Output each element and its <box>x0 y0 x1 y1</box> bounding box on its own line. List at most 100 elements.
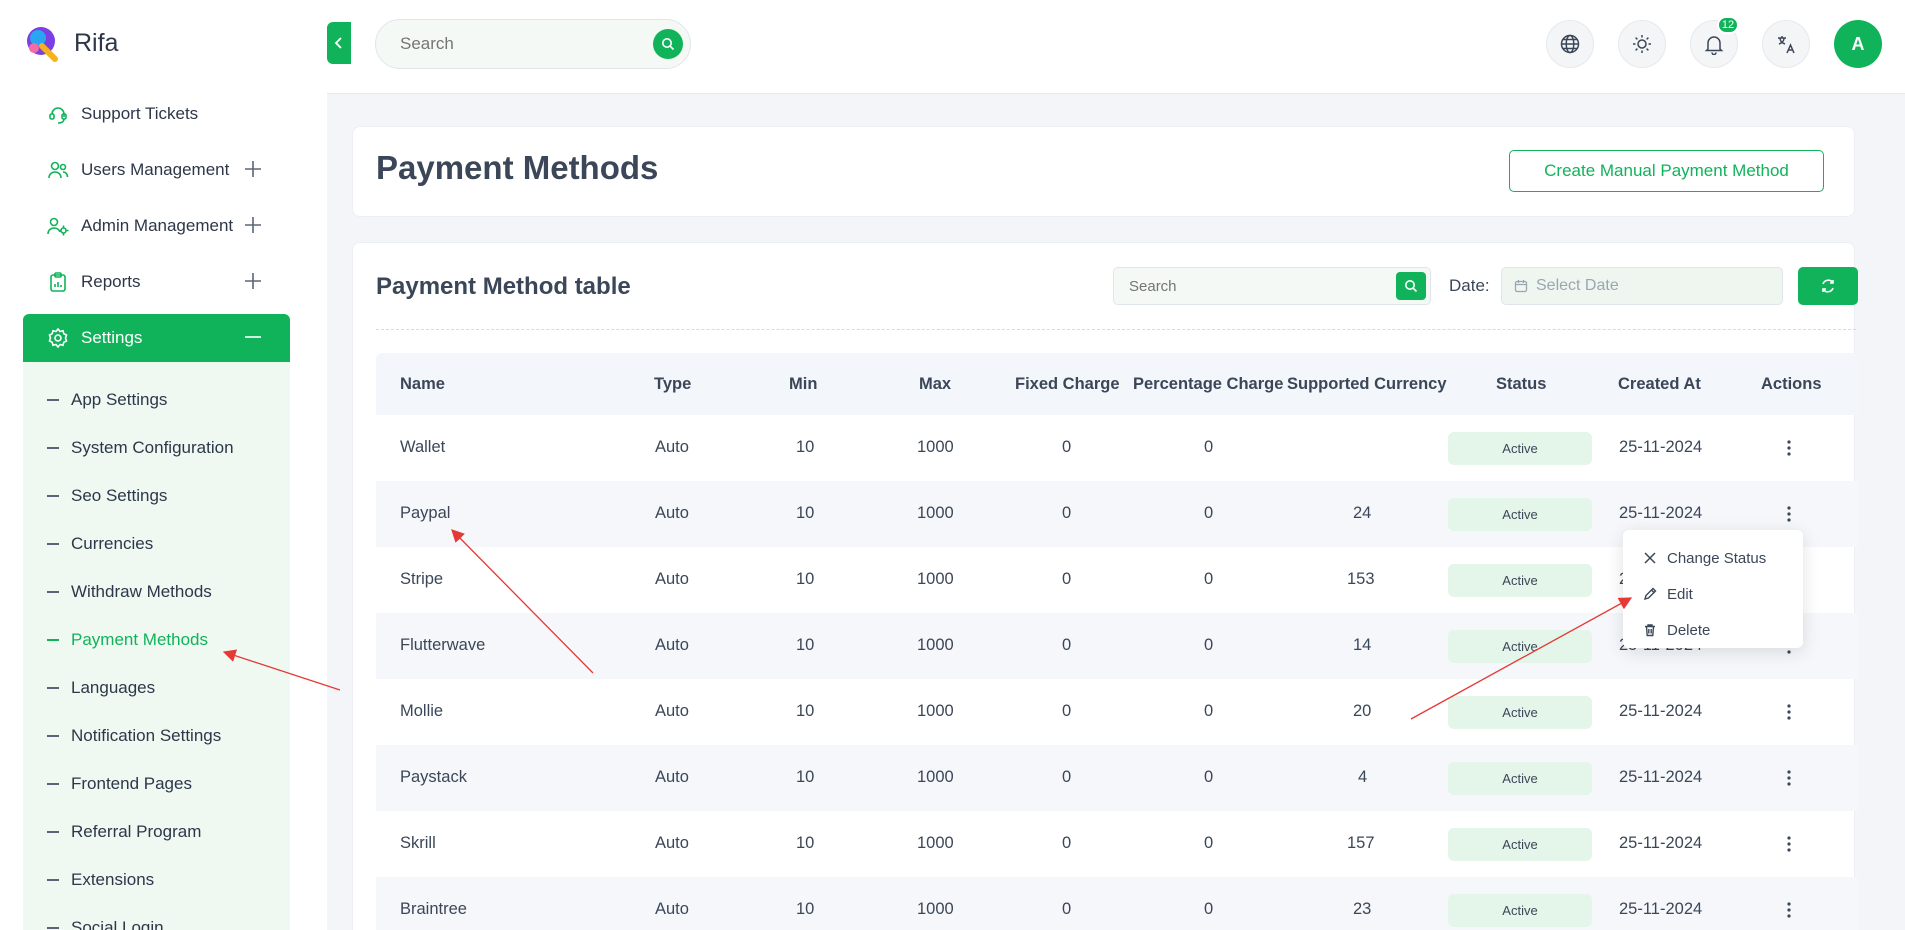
table-row: Skrill Auto 10 1000 0 0 157 Active 25-11… <box>376 811 1858 877</box>
date-picker[interactable]: Select Date <box>1501 267 1783 305</box>
cell-max: 1000 <box>917 438 954 456</box>
cell-fixed-charge: 0 <box>1062 834 1072 852</box>
column-header-status[interactable]: Status <box>1496 375 1546 394</box>
column-header-type[interactable]: Type <box>654 375 691 394</box>
submenu-label: App Settings <box>71 390 168 409</box>
sidebar-item-support-tickets[interactable]: Support Tickets <box>23 90 290 138</box>
submenu-item-languages[interactable]: Languages <box>23 664 290 712</box>
divider <box>376 329 1856 330</box>
sidebar-item-label: Support Tickets <box>81 104 199 123</box>
sidebar-item-admin-management[interactable]: Admin Management <box>23 202 290 250</box>
table-title: Payment Method table <box>376 273 631 300</box>
cell-min: 10 <box>796 834 815 852</box>
cell-percentage-charge: 0 <box>1204 570 1214 588</box>
dropdown-item-edit[interactable]: Edit <box>1623 576 1803 612</box>
notifications-button[interactable]: 12 <box>1690 16 1739 68</box>
column-header-created-at[interactable]: Created At <box>1618 375 1701 394</box>
cell-created-at: 25-11-2024 <box>1619 504 1703 522</box>
row-actions-button[interactable] <box>1782 700 1796 724</box>
cell-name: Flutterwave <box>400 636 486 654</box>
cell-max: 1000 <box>917 636 954 654</box>
refresh-icon <box>1822 279 1834 293</box>
sidebar-collapse-button[interactable] <box>327 22 351 64</box>
row-actions-button[interactable] <box>1782 502 1796 526</box>
brand[interactable]: Rifa <box>22 24 118 62</box>
kebab-icon <box>1787 704 1791 720</box>
row-actions-button[interactable] <box>1782 898 1796 922</box>
submenu-item-social-login[interactable]: Social Login <box>23 904 290 930</box>
cell-supported-currency: 14 <box>1353 636 1372 654</box>
dropdown-item-delete[interactable]: Delete <box>1623 612 1803 648</box>
submenu-item-frontend-pages[interactable]: Frontend Pages <box>23 760 290 808</box>
minus-icon[interactable] <box>242 326 264 348</box>
submenu-item-withdraw-methods[interactable]: Withdraw Methods <box>23 568 290 616</box>
sidebar-item-label: Admin Management <box>81 216 234 235</box>
submenu-item-extensions[interactable]: Extensions <box>23 856 290 904</box>
plus-icon[interactable] <box>242 270 264 292</box>
create-manual-payment-method-button[interactable]: Create Manual Payment Method <box>1509 150 1824 192</box>
submenu-label: Withdraw Methods <box>71 582 212 601</box>
submenu-item-currencies[interactable]: Currencies <box>23 520 290 568</box>
plus-icon[interactable] <box>242 214 264 236</box>
avatar[interactable]: A <box>1834 20 1882 68</box>
search-button[interactable] <box>653 29 683 59</box>
cell-fixed-charge: 0 <box>1062 768 1072 786</box>
cell-name: Wallet <box>400 438 446 456</box>
row-actions-button[interactable] <box>1782 766 1796 790</box>
cell-percentage-charge: 0 <box>1204 900 1214 918</box>
submenu-item-notification-settings[interactable]: Notification Settings <box>23 712 290 760</box>
submenu-label: Currencies <box>71 534 154 553</box>
kebab-icon <box>1787 770 1791 786</box>
row-actions-button[interactable] <box>1782 832 1796 856</box>
bell-icon <box>1704 36 1724 55</box>
language-button[interactable] <box>1546 20 1594 68</box>
table-header: Name Type Min Max Fixed Charge Percentag… <box>376 353 1858 415</box>
cell-type: Auto <box>655 768 689 786</box>
cell-type: Auto <box>655 570 689 588</box>
theme-toggle-button[interactable] <box>1618 20 1666 68</box>
cell-created-at: 25-11-2024 <box>1619 702 1703 720</box>
status-badge: Active <box>1448 498 1592 531</box>
submenu-label: Extensions <box>71 870 155 889</box>
cell-supported-currency: 157 <box>1347 834 1375 852</box>
plus-icon[interactable] <box>242 158 264 180</box>
cell-min: 10 <box>796 570 815 588</box>
column-header-name[interactable]: Name <box>400 375 445 394</box>
submenu-label: Languages <box>71 678 156 697</box>
translate-button[interactable] <box>1762 20 1810 68</box>
column-header-fixed-charge[interactable]: Fixed Charge <box>1015 375 1120 394</box>
sun-icon <box>1633 35 1651 53</box>
dropdown-item-change-status[interactable]: Change Status <box>1623 540 1803 576</box>
submenu-item-seo-settings[interactable]: Seo Settings <box>23 472 290 520</box>
sidebar-item-reports[interactable]: Reports <box>23 258 290 306</box>
users-icon <box>47 159 69 181</box>
column-header-min[interactable]: Min <box>789 375 817 394</box>
table-search-button[interactable] <box>1396 272 1426 300</box>
cell-supported-currency: 20 <box>1353 702 1372 720</box>
cell-name: Paystack <box>400 768 467 786</box>
status-badge: Active <box>1448 894 1592 927</box>
row-actions-button[interactable] <box>1782 436 1796 460</box>
submenu-item-payment-methods[interactable]: Payment Methods <box>23 616 290 664</box>
submenu-item-system-configuration[interactable]: System Configuration <box>23 424 290 472</box>
submenu-item-app-settings[interactable]: App Settings <box>23 376 290 424</box>
column-header-percentage-charge[interactable]: Percentage Charge <box>1133 375 1283 394</box>
table-search-input[interactable] <box>1114 268 1374 304</box>
cell-max: 1000 <box>917 834 954 852</box>
globe-icon <box>1560 34 1580 54</box>
dash-icon <box>47 543 59 545</box>
refresh-button[interactable] <box>1798 267 1858 305</box>
cell-name: Mollie <box>400 702 444 720</box>
column-header-supported-currency[interactable]: Supported Currency <box>1287 375 1447 394</box>
dropdown-label: Edit <box>1667 585 1693 603</box>
submenu-item-referral-program[interactable]: Referral Program <box>23 808 290 856</box>
kebab-icon <box>1787 902 1791 918</box>
column-header-max[interactable]: Max <box>919 375 951 394</box>
top-search-input[interactable] <box>376 20 616 68</box>
kebab-icon <box>1787 440 1791 456</box>
sidebar-item-users-management[interactable]: Users Management <box>23 146 290 194</box>
cell-fixed-charge: 0 <box>1062 438 1072 456</box>
dash-icon <box>47 687 59 689</box>
sidebar-item-settings[interactable]: Settings <box>23 314 290 362</box>
submenu-label: System Configuration <box>71 438 234 457</box>
